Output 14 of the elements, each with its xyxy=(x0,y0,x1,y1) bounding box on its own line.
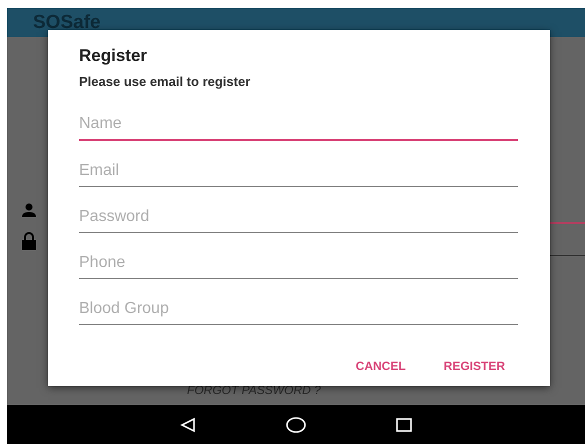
cancel-button[interactable]: CANCEL xyxy=(348,353,414,379)
input-field[interactable]: Blood Group xyxy=(79,293,518,325)
input-field[interactable]: Password xyxy=(79,201,518,233)
input-field[interactable]: Phone xyxy=(79,247,518,279)
dialog-subtitle: Please use email to register xyxy=(79,74,250,89)
lock-icon xyxy=(21,232,37,250)
dialog-title: Register xyxy=(79,46,148,66)
person-icon xyxy=(21,203,37,217)
register-button[interactable]: REGISTER xyxy=(436,353,513,379)
home-icon[interactable] xyxy=(286,416,306,432)
back-icon[interactable] xyxy=(180,416,196,432)
input-field[interactable]: Email xyxy=(79,155,518,187)
input-field[interactable]: Name xyxy=(79,109,518,141)
recents-icon[interactable] xyxy=(396,418,412,432)
